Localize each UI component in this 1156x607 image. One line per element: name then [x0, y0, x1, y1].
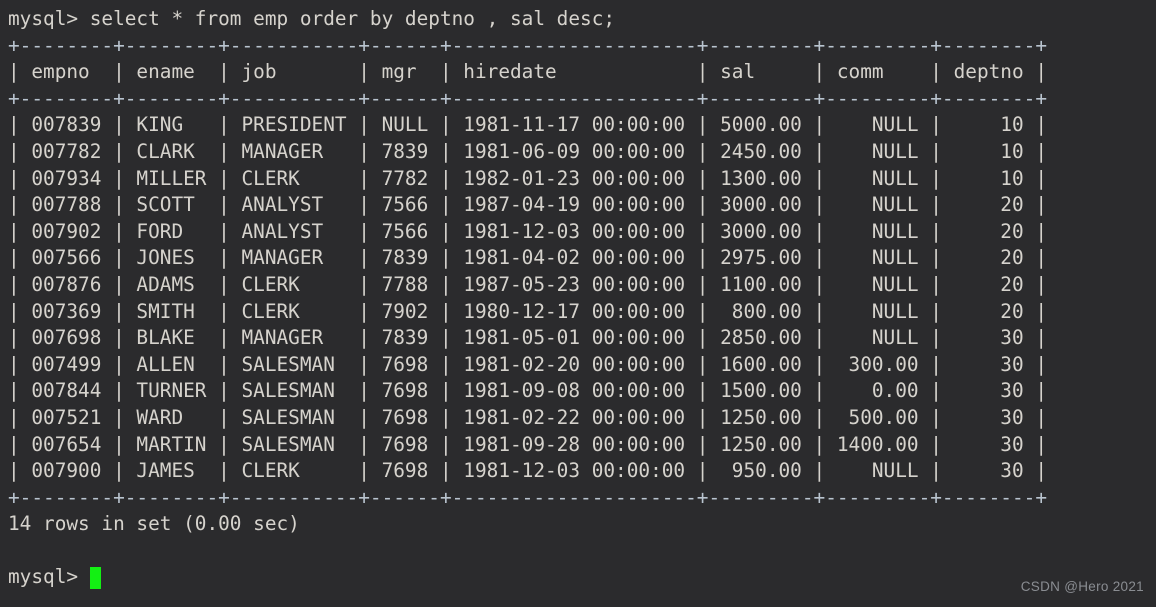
table-row: | 007566 | JONES | MANAGER | 7839 | 1981… [8, 246, 1047, 270]
prompt-label: mysql> [8, 565, 79, 589]
table-body: | 007839 | KING | PRESIDENT | NULL | 198… [8, 112, 1156, 484]
table-row: | 007782 | CLARK | MANAGER | 7839 | 1981… [8, 139, 1047, 163]
command-line: mysql> select * from emp order by deptno… [8, 7, 616, 30]
input-prompt-line[interactable]: mysql> [8, 564, 1156, 591]
table-row: | 007902 | FORD | ANALYST | 7566 | 1981-… [8, 219, 1047, 243]
table-row: | 007521 | WARD | SALESMAN | 7698 | 1981… [8, 405, 1047, 429]
table-row: | 007839 | KING | PRESIDENT | NULL | 198… [8, 113, 1047, 137]
table-row: | 007369 | SMITH | CLERK | 7902 | 1980-1… [8, 299, 1047, 323]
table-row: | 007876 | ADAMS | CLERK | 7788 | 1987-0… [8, 272, 1047, 296]
text-cursor [89, 566, 102, 589]
result-status: 14 rows in set (0.00 sec) [8, 512, 300, 536]
table-header-separator: +--------+--------+-----------+------+--… [8, 86, 1047, 110]
table-row: | 007788 | SCOTT | ANALYST | 7566 | 1987… [8, 193, 1047, 217]
table-top-border: +--------+--------+-----------+------+--… [8, 33, 1047, 57]
table-bottom-border: +--------+--------+-----------+------+--… [8, 485, 1047, 509]
table-row: | 007698 | BLAKE | MANAGER | 7839 | 1981… [8, 326, 1047, 350]
table-row: | 007844 | TURNER | SALESMAN | 7698 | 19… [8, 379, 1047, 403]
terminal-window[interactable]: mysql> select * from emp order by deptno… [0, 0, 1156, 607]
watermark-label: CSDN @Hero 2021 [1020, 579, 1144, 594]
table-row: | 007900 | JAMES | CLERK | 7698 | 1981-1… [8, 459, 1047, 483]
table-header-row: | empno | ename | job | mgr | hiredate |… [8, 60, 1047, 84]
table-row: | 007499 | ALLEN | SALESMAN | 7698 | 198… [8, 352, 1047, 376]
table-row: | 007934 | MILLER | CLERK | 7782 | 1982-… [8, 166, 1047, 190]
table-row: | 007654 | MARTIN | SALESMAN | 7698 | 19… [8, 432, 1047, 456]
